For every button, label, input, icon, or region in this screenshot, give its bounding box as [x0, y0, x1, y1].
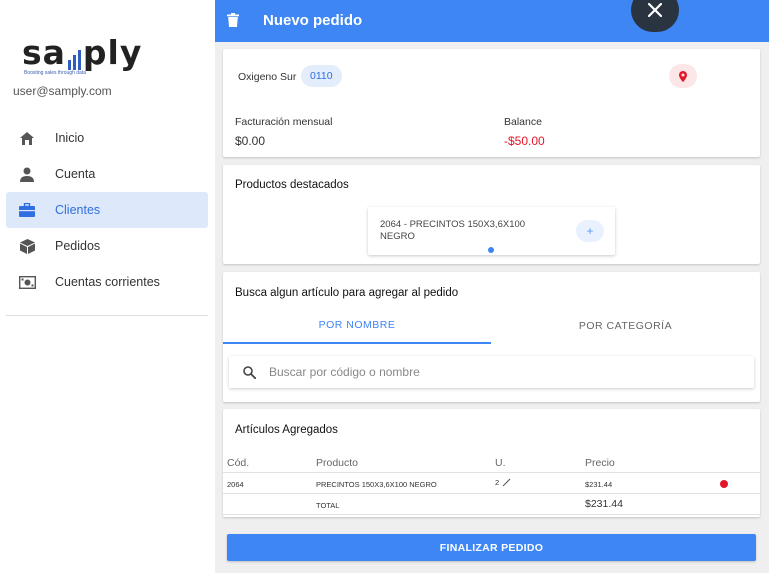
sidebar-item-label: Inicio [55, 131, 85, 145]
sidebar-divider [6, 315, 208, 316]
tab-por-categoria[interactable]: POR CATEGORÍA [491, 308, 760, 344]
balance-value: -$50.00 [504, 134, 545, 148]
balance-label: Balance [504, 116, 542, 128]
map-pin-icon [679, 70, 687, 82]
total-label: TOTAL [316, 501, 340, 510]
featured-heading: Productos destacados [235, 179, 349, 191]
client-name: Oxigeno Sur [238, 71, 297, 83]
tab-por-nombre[interactable]: POR NOMBRE [223, 308, 491, 344]
units-value: 2 [495, 478, 500, 487]
finalize-order-button[interactable]: FINALIZAR PEDIDO [227, 534, 756, 561]
table-row: 2064 PRECINTOS 150X3,6X100 NEGRO 2 $231.… [223, 473, 760, 494]
client-code-chip[interactable]: 0110 [301, 65, 342, 87]
sidebar-item-label: Cuentas corrientes [55, 275, 160, 289]
money-icon [6, 275, 48, 289]
column-header: Producto [316, 457, 359, 469]
search-card: Busca algun artículo para agregar al ped… [223, 272, 760, 402]
samply-logo: sa ply Boosting sales through data [22, 36, 152, 77]
sidebar-item-cuentas-corrientes[interactable]: Cuentas corrientes [6, 264, 208, 300]
featured-product-name: 2064 - PRECINTOS 150X3,6X100 NEGRO [380, 219, 526, 242]
column-header: Cód. [227, 457, 250, 469]
user-email: user@samply.com [13, 84, 112, 98]
items-table: Cód. Producto U. Precio 2064 PRECINTOS 1… [223, 452, 760, 515]
sidebar: sa ply Boosting sales through data user@s… [0, 0, 215, 573]
home-icon [6, 131, 48, 146]
billing-value: $0.00 [235, 134, 266, 148]
search-input[interactable]: Buscar por código o nombre [229, 356, 754, 388]
sidebar-item-label: Clientes [55, 203, 101, 217]
add-product-button[interactable]: + [576, 220, 604, 242]
briefcase-icon [6, 203, 48, 217]
close-button[interactable] [631, 0, 679, 32]
cell-code: 2064 [227, 480, 244, 489]
close-icon [648, 3, 662, 17]
search-placeholder: Buscar por código o nombre [269, 365, 420, 379]
added-items-heading: Artículos Agregados [235, 424, 338, 436]
remove-item-icon[interactable] [720, 480, 728, 488]
search-icon [229, 365, 269, 379]
billing-label: Facturación mensual [235, 116, 333, 128]
sidebar-item-clientes[interactable]: Clientes [6, 192, 208, 228]
table-total-row: TOTAL $231.44 [223, 494, 760, 515]
edit-icon[interactable] [502, 478, 511, 487]
trash-icon[interactable] [227, 13, 239, 32]
cell-units[interactable]: 2 [495, 478, 511, 487]
column-header: Precio [585, 457, 615, 469]
sidebar-item-label: Cuenta [55, 167, 96, 181]
top-bar: Nuevo pedido [215, 0, 769, 42]
box-icon [6, 238, 48, 254]
sidebar-item-label: Pedidos [55, 239, 101, 253]
sidebar-item-pedidos[interactable]: Pedidos [6, 228, 208, 264]
client-card: Oxigeno Sur 0110 Facturación mensual $0.… [223, 49, 760, 157]
cell-price: $231.44 [585, 480, 613, 489]
table-header: Cód. Producto U. Precio [223, 452, 760, 473]
order-panel: Nuevo pedido Oxigeno Sur 0110 Facturació… [215, 0, 769, 573]
total-value: $231.44 [585, 498, 623, 510]
added-items-card: Artículos Agregados Cód. Producto U. Pre… [223, 409, 760, 517]
page-title: Nuevo pedido [263, 12, 363, 29]
sidebar-nav: Inicio Cuenta Clientes Pedidos Cuentas c… [6, 120, 208, 300]
sidebar-item-inicio[interactable]: Inicio [6, 120, 208, 156]
sidebar-item-cuenta[interactable]: Cuenta [6, 156, 208, 192]
person-icon [6, 167, 48, 182]
carousel-indicator[interactable] [488, 247, 494, 253]
column-header: U. [495, 457, 506, 469]
search-tabs: POR NOMBRE POR CATEGORÍA [223, 308, 760, 344]
featured-products-card: Productos destacados 2064 - PRECINTOS 15… [223, 165, 760, 264]
search-heading: Busca algun artículo para agregar al ped… [235, 287, 459, 299]
cell-product: PRECINTOS 150X3,6X100 NEGRO [316, 480, 437, 489]
location-button[interactable] [669, 64, 697, 88]
